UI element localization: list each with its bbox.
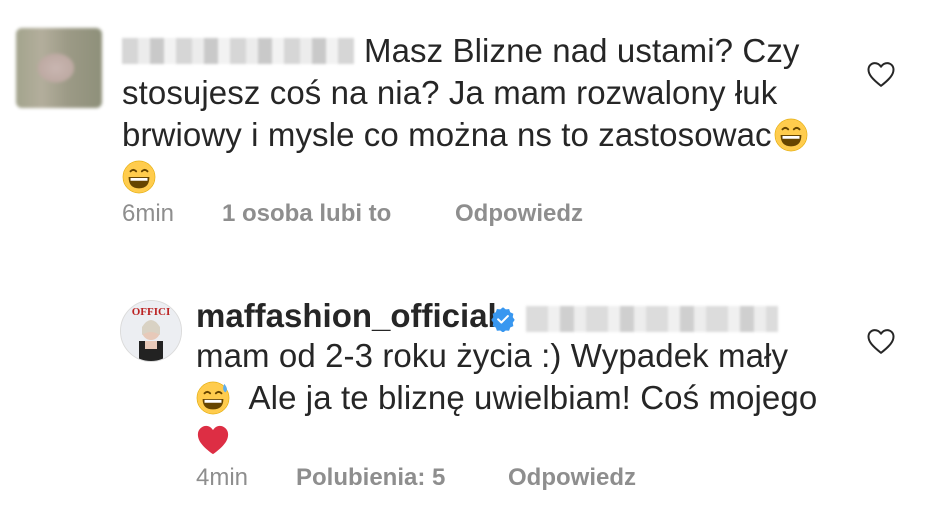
comment-text: Masz Blizne nad ustami? Czy stosujesz co… [122,30,842,198]
comment-text: mam od 2-3 roku życia :) Wypadek mały Al… [196,335,876,461]
comment-text-line: brwiowy i mysle co można ns to zastosowa… [122,116,772,153]
reply-button[interactable]: Odpowiedz [508,464,636,492]
red-heart-emoji-icon [197,425,229,455]
avatar-image: OFFICI [121,301,181,361]
grinning-face-emoji-icon [774,118,808,152]
heart-outline-icon[interactable] [866,60,896,88]
likes-count[interactable]: Polubienia: 5 [296,464,445,492]
mention-blurred[interactable] [526,306,778,332]
grinning-sweat-emoji-icon [196,381,230,415]
comment-text-line: stosujesz coś na nia? Ja mam rozwalony ł… [122,74,778,111]
comment-time[interactable]: 4min [196,464,248,492]
avatar[interactable]: OFFICI [120,300,182,362]
comment-item: OFFICI maffashion_official mam od 2-3 ro… [0,272,946,528]
heart-outline-icon[interactable] [866,327,896,355]
reply-button[interactable]: Odpowiedz [455,200,583,228]
comment-username[interactable]: maffashion_official [196,295,497,337]
grinning-face-emoji-icon [122,160,156,194]
verified-badge-icon [491,307,515,332]
avatar[interactable] [16,28,102,108]
comment-text-line: Ale ja te bliznę uwielbiam! Coś mojego [248,379,818,416]
comment-item: Masz Blizne nad ustami? Czy stosujesz co… [0,0,946,250]
comment-text-line: Masz Blizne nad ustami? Czy [364,32,800,69]
comment-time[interactable]: 6min [122,200,174,228]
avatar-logo-text: OFFICI [132,306,171,318]
likes-count[interactable]: 1 osoba lubi to [222,200,391,228]
comment-text-line: mam od 2-3 roku życia :) Wypadek mały [196,337,789,374]
